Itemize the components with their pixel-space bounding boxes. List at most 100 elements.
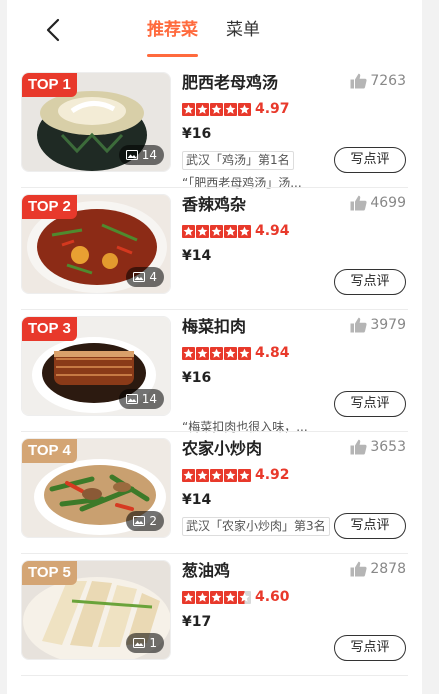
- star-icon: [182, 102, 195, 116]
- star-icon: [224, 468, 237, 482]
- dish-photo[interactable]: TOP 3 14: [21, 316, 171, 416]
- dish-name[interactable]: 梅菜扣肉: [182, 316, 246, 338]
- rating-score: 4.60: [255, 589, 290, 605]
- star-icon: [224, 590, 237, 604]
- write-review-button[interactable]: 写点评: [334, 513, 406, 539]
- rank-badge: TOP 1: [22, 73, 77, 97]
- dish-photo[interactable]: TOP 1 14: [21, 72, 171, 172]
- photo-count: 14: [118, 389, 164, 409]
- like-button[interactable]: 2878: [350, 561, 406, 577]
- city-rank-tag: 武汉「鸡汤」第1名: [182, 151, 294, 170]
- photo-count-value: 1: [149, 636, 157, 650]
- star-icon: [224, 346, 237, 360]
- image-icon: [125, 150, 138, 160]
- star-icon: [182, 468, 195, 482]
- dish-name[interactable]: 葱油鸡: [182, 560, 230, 582]
- like-count: 3653: [370, 439, 406, 455]
- dish-item[interactable]: TOP 2 4 香辣鸡杂 4699 4.94 ¥14 写点评: [7, 188, 422, 310]
- star-icon: [210, 346, 223, 360]
- star-icon: [210, 468, 223, 482]
- dish-price: ¥14: [182, 492, 212, 508]
- star-icon: [238, 468, 251, 482]
- write-review-button[interactable]: 写点评: [334, 269, 406, 295]
- star-icon: [182, 224, 195, 238]
- like-count: 3979: [370, 317, 406, 333]
- rating: 4.97: [182, 101, 290, 117]
- star-icon: [238, 590, 251, 604]
- dish-photo[interactable]: TOP 4 2: [21, 438, 171, 538]
- photo-count-value: 14: [141, 392, 157, 406]
- dish-item[interactable]: TOP 4 2 农家小炒肉 3653 4.92 ¥14 武汉「农家小炒肉」第3名…: [7, 432, 422, 554]
- rating-score: 4.84: [255, 345, 290, 361]
- star-rating: [182, 468, 251, 482]
- star-icon: [238, 102, 251, 116]
- dish-name[interactable]: 肥西老母鸡汤: [182, 72, 278, 94]
- rating: 4.94: [182, 223, 290, 239]
- star-icon: [224, 102, 237, 116]
- star-icon: [196, 590, 209, 604]
- rank-badge: TOP 3: [22, 317, 77, 341]
- thumbs-up-icon: [350, 561, 367, 577]
- recommended-dishes-page: 推荐菜 菜单 TOP 1 14 肥西老母鸡汤 7263 4.97 ¥16 武汉「…: [7, 0, 422, 694]
- tab-recommended[interactable]: 推荐菜: [147, 17, 198, 57]
- star-icon: [182, 590, 195, 604]
- star-icon: [196, 224, 209, 238]
- dish-name[interactable]: 农家小炒肉: [182, 438, 262, 460]
- star-icon: [210, 102, 223, 116]
- dish-item[interactable]: TOP 5 1 葱油鸡 2878 4.60 ¥17 写点评: [7, 554, 422, 676]
- photo-count-value: 2: [149, 514, 157, 528]
- write-review-button[interactable]: 写点评: [334, 635, 406, 661]
- like-button[interactable]: 7263: [350, 73, 406, 89]
- star-icon: [210, 224, 223, 238]
- tab-menu[interactable]: 菜单: [226, 17, 260, 43]
- thumbs-up-icon: [350, 73, 367, 89]
- city-rank-tag: 武汉「农家小炒肉」第3名: [182, 517, 330, 536]
- star-rating: [182, 102, 251, 116]
- dish-photo[interactable]: TOP 2 4: [21, 194, 171, 294]
- write-review-button[interactable]: 写点评: [334, 147, 406, 173]
- star-icon: [196, 346, 209, 360]
- thumbs-up-icon: [350, 195, 367, 211]
- header: 推荐菜 菜单: [7, 0, 422, 64]
- photo-count: 4: [126, 267, 164, 287]
- like-button[interactable]: 3653: [350, 439, 406, 455]
- photo-count: 14: [118, 145, 164, 165]
- tab-bar: 推荐菜 菜单: [147, 17, 260, 57]
- thumbs-up-icon: [350, 317, 367, 333]
- image-icon: [133, 272, 146, 282]
- rating: 4.84: [182, 345, 290, 361]
- rank-badge: TOP 4: [22, 439, 77, 463]
- thumbs-up-icon: [350, 439, 367, 455]
- photo-count: 1: [126, 633, 164, 653]
- star-icon: [196, 102, 209, 116]
- star-icon: [196, 468, 209, 482]
- dish-price: ¥16: [182, 370, 212, 386]
- dish-price: ¥16: [182, 126, 212, 142]
- rating: 4.60: [182, 589, 290, 605]
- image-icon: [133, 638, 146, 648]
- dish-list: TOP 1 14 肥西老母鸡汤 7263 4.97 ¥16 武汉「鸡汤」第1名 …: [7, 66, 422, 676]
- photo-count-value: 14: [141, 148, 157, 162]
- like-button[interactable]: 3979: [350, 317, 406, 333]
- star-icon: [210, 590, 223, 604]
- dish-item[interactable]: TOP 3 14 梅菜扣肉 3979 4.84 ¥16 “梅菜扣肉也很入味，..…: [7, 310, 422, 434]
- star-rating: [182, 590, 251, 604]
- rating-score: 4.92: [255, 467, 290, 483]
- star-icon: [182, 346, 195, 360]
- like-count: 2878: [370, 561, 406, 577]
- write-review-button[interactable]: 写点评: [334, 391, 406, 417]
- rank-badge: TOP 5: [22, 561, 77, 585]
- star-icon: [238, 224, 251, 238]
- dish-photo[interactable]: TOP 5 1: [21, 560, 171, 660]
- dish-price: ¥17: [182, 614, 212, 630]
- like-count: 4699: [370, 195, 406, 211]
- rank-badge: TOP 2: [22, 195, 77, 219]
- divider: [21, 675, 408, 676]
- star-icon: [238, 346, 251, 360]
- like-button[interactable]: 4699: [350, 195, 406, 211]
- dish-name[interactable]: 香辣鸡杂: [182, 194, 246, 216]
- dish-item[interactable]: TOP 1 14 肥西老母鸡汤 7263 4.97 ¥16 武汉「鸡汤」第1名 …: [7, 66, 422, 190]
- star-rating: [182, 224, 251, 238]
- back-button[interactable]: [41, 16, 69, 44]
- image-icon: [125, 394, 138, 404]
